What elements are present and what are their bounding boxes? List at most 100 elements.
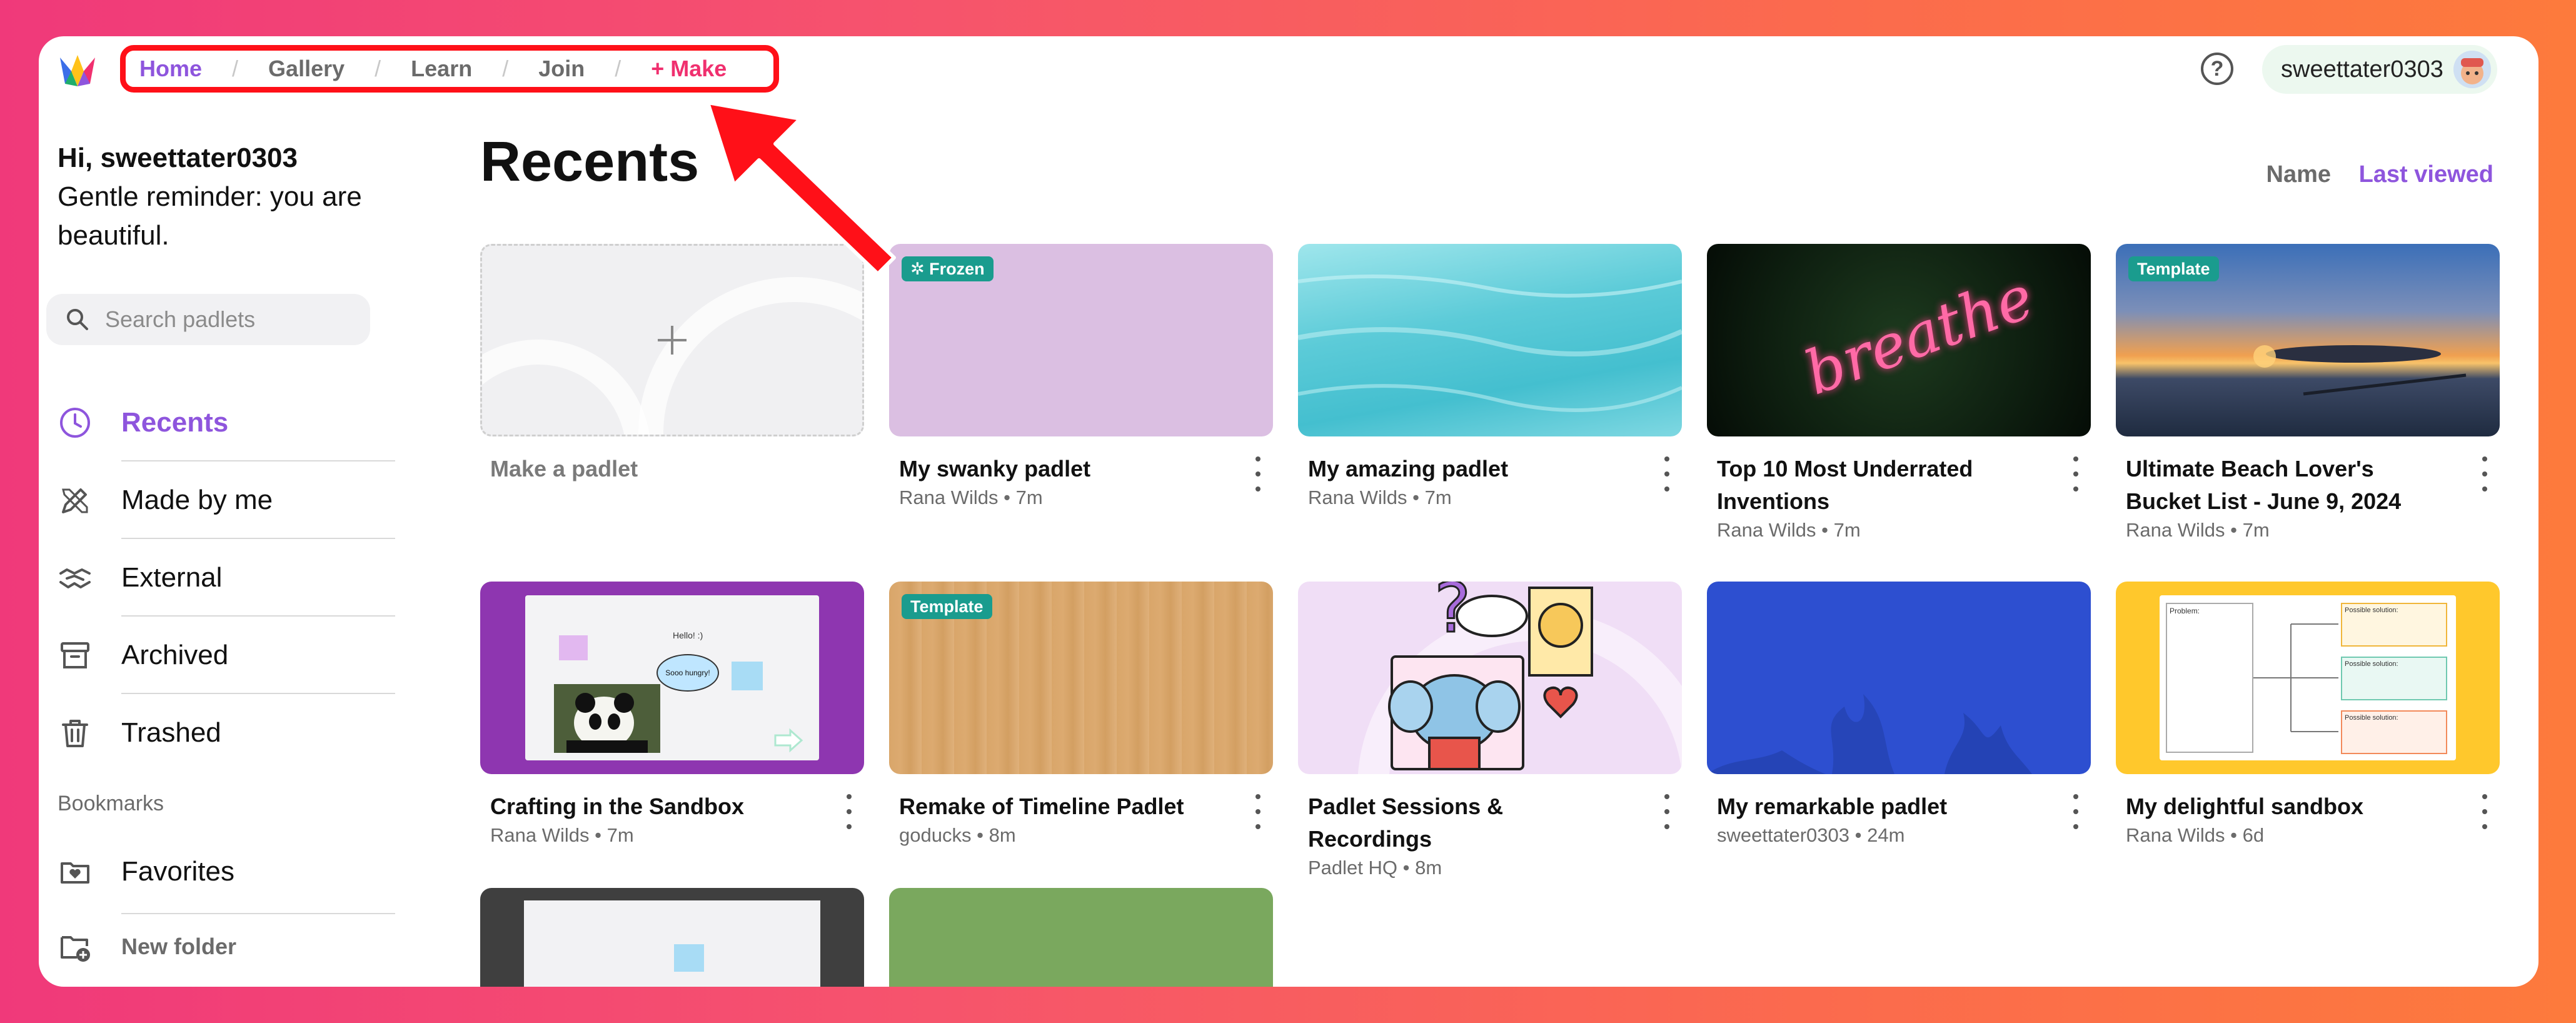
card-thumbnail[interactable] — [1298, 244, 1682, 436]
card-title: Remake of Timeline Padlet — [899, 794, 1184, 819]
bookmark-new-folder[interactable]: New folder — [58, 929, 395, 964]
sidebar-nav: Recents Made by me External Archived Tra… — [58, 384, 395, 772]
card-title: My swanky padlet — [899, 456, 1091, 481]
meta-dot: • — [1402, 857, 1410, 879]
card-thumbnail[interactable]: Problem: Possible solution: Possible sol… — [2116, 582, 2500, 774]
sandbox-note-text: Hello! :) — [673, 630, 703, 640]
sandbox-preview: Hello! :) Sooo hungry! — [525, 595, 819, 760]
padlet-card[interactable]: ? Padlet Sessions & Recordings Padlet HQ… — [1298, 582, 1682, 879]
card-thumbnail[interactable] — [480, 888, 864, 987]
padlet-card[interactable]: Template Remake of Timeline Padlet goduc… — [889, 582, 1273, 847]
more-options-icon[interactable] — [2070, 794, 2082, 829]
padlet-card[interactable] — [480, 888, 864, 987]
sort-by-last-viewed[interactable]: Last viewed — [2359, 161, 2493, 188]
sidebar-item-recents[interactable]: Recents — [58, 384, 395, 461]
card-thumbnail[interactable]: breathe — [1707, 244, 2091, 436]
nav-separator: / — [615, 56, 621, 81]
archive-box-icon — [58, 638, 93, 673]
card-time: 8m — [1415, 857, 1442, 879]
card-author: Rana Wilds — [2126, 519, 2225, 541]
clock-icon — [58, 405, 93, 440]
card-title: My remarkable padlet — [1717, 794, 1948, 819]
sidebar-item-label: Archived — [121, 640, 229, 670]
padlet-card[interactable]: Template Ultimate Beach Lover's Bucket L… — [2116, 244, 2500, 542]
card-meta: Padlet HQ • 8m — [1298, 857, 1682, 879]
meta-dot: • — [1004, 486, 1010, 508]
card-time: 7m — [1424, 486, 1452, 508]
app-window: Home / Gallery / Learn / Join / + Make ?… — [39, 36, 2538, 987]
more-options-icon[interactable] — [1252, 456, 1264, 491]
sidebar-item-external[interactable]: External — [58, 539, 395, 617]
speech-bubble-text: Sooo hungry! — [657, 654, 719, 692]
more-options-icon[interactable] — [1252, 794, 1264, 829]
padlet-logo[interactable] — [56, 51, 99, 89]
problem-box: Problem: — [2166, 603, 2253, 753]
sidebar-item-label: Made by me — [121, 485, 273, 515]
card-author: Rana Wilds — [490, 824, 590, 846]
card-thumbnail[interactable]: ? — [1298, 582, 1682, 774]
card-title: Padlet Sessions & Recordings — [1308, 794, 1504, 852]
pencil-ruler-icon — [58, 483, 93, 518]
trash-icon — [58, 715, 93, 750]
padlet-card[interactable]: ✲ Frozen My swanky padlet Rana Wilds • 7… — [889, 244, 1273, 509]
card-title: My delightful sandbox — [2126, 794, 2364, 819]
nav-separator: / — [502, 56, 509, 81]
card-title: Top 10 Most Underrated Inventions — [1717, 456, 1973, 514]
sandbox-preview — [524, 900, 820, 987]
sort-by-name[interactable]: Name — [2267, 161, 2332, 188]
padlet-card[interactable]: My amazing padlet Rana Wilds • 7m — [1298, 244, 1682, 509]
card-thumbnail[interactable] — [889, 888, 1273, 987]
more-options-icon[interactable] — [1661, 794, 1673, 829]
more-options-icon[interactable] — [2070, 456, 2082, 491]
sandbox-preview: Problem: Possible solution: Possible sol… — [2160, 595, 2456, 760]
nav-separator: / — [232, 56, 239, 81]
card-title: Ultimate Beach Lover's Bucket List - Jun… — [2126, 456, 2402, 514]
bookmark-favorites[interactable]: Favorites — [58, 854, 395, 889]
card-thumbnail[interactable] — [1707, 582, 2091, 774]
meta-dot: • — [1821, 519, 1828, 541]
greeting-name: Hi, sweettater0303 — [58, 143, 298, 173]
more-options-icon[interactable] — [843, 794, 855, 829]
card-time: 7m — [2242, 519, 2270, 541]
card-thumbnail[interactable]: Template — [889, 582, 1273, 774]
more-options-icon[interactable] — [2478, 456, 2491, 491]
meta-dot: • — [2230, 824, 2237, 846]
solution-box: Possible solution: — [2341, 603, 2447, 647]
nav-join-link[interactable]: Join — [538, 56, 585, 82]
greeting: Hi, sweettater0303 Gentle reminder: you … — [58, 139, 408, 255]
card-author: Rana Wilds — [2126, 824, 2225, 846]
card-thumbnail[interactable]: ✲ Frozen — [889, 244, 1273, 436]
padlet-card[interactable] — [889, 888, 1273, 987]
nav-learn-link[interactable]: Learn — [411, 56, 472, 82]
card-thumbnail[interactable]: Hello! :) Sooo hungry! — [480, 582, 864, 774]
solution-box: Possible solution: — [2341, 657, 2447, 700]
sidebar-item-archived[interactable]: Archived — [58, 617, 395, 694]
frozen-badge: ✲ Frozen — [902, 256, 994, 281]
more-options-icon[interactable] — [2478, 794, 2491, 829]
solution-box: Possible solution: — [2341, 710, 2447, 754]
sidebar-item-label: External — [121, 562, 223, 593]
padlet-card[interactable]: Problem: Possible solution: Possible sol… — [2116, 582, 2500, 847]
card-author: sweettater0303 — [1717, 824, 1849, 846]
padlet-card[interactable]: breathe Top 10 Most Underrated Invention… — [1707, 244, 2091, 542]
nav-home-link[interactable]: Home — [139, 56, 202, 82]
handshake-icon — [58, 560, 93, 595]
bookmarks-heading: Bookmarks — [58, 792, 164, 815]
card-thumbnail[interactable]: Template — [2116, 244, 2500, 436]
sidebar-item-made-by-me[interactable]: Made by me — [58, 461, 395, 539]
help-icon[interactable]: ? — [2201, 53, 2233, 85]
more-options-icon[interactable] — [1661, 456, 1673, 491]
user-menu-button[interactable]: sweettater0303 — [2262, 45, 2497, 94]
padlet-card[interactable]: My remarkable padlet sweettater0303 • 24… — [1707, 582, 2091, 847]
search-input[interactable]: Search padlets — [46, 294, 370, 345]
padlet-card[interactable]: Hello! :) Sooo hungry! Crafting in the S… — [480, 582, 864, 847]
card-author: goducks — [899, 824, 972, 846]
card-time: 7m — [606, 824, 634, 846]
meta-dot: • — [977, 824, 984, 846]
nav-make-link[interactable]: + Make — [651, 56, 727, 82]
sidebar-item-trashed[interactable]: Trashed — [58, 694, 395, 772]
card-meta: Rana Wilds • 7m — [1298, 486, 1682, 509]
nav-gallery-link[interactable]: Gallery — [268, 56, 345, 82]
username-label: sweettater0303 — [2281, 56, 2443, 83]
nav-separator: / — [375, 56, 381, 81]
